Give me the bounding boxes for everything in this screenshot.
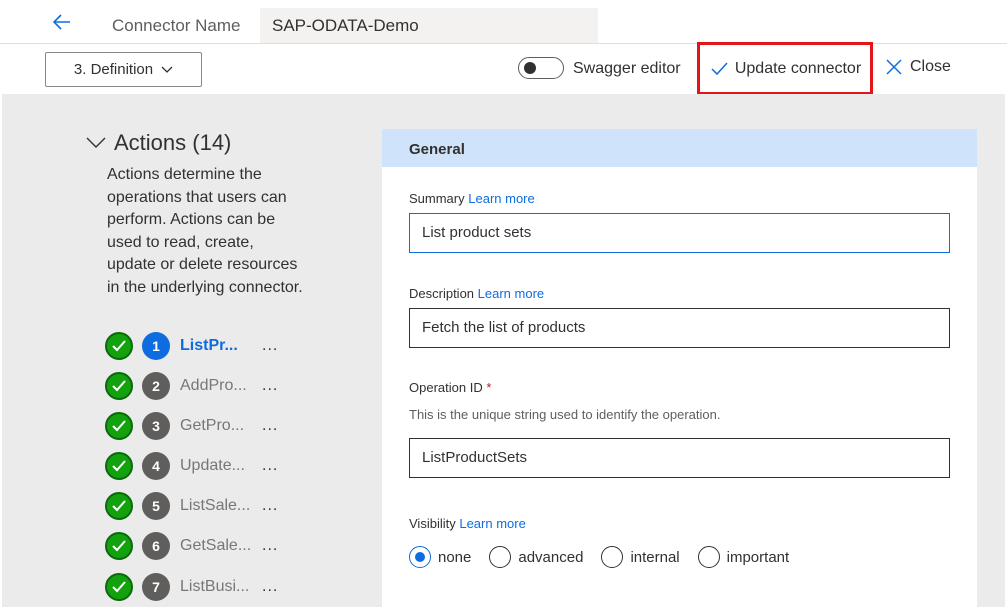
action-number: 6 (142, 532, 170, 560)
radio-label: important (726, 548, 790, 566)
swagger-editor-toggle[interactable] (518, 57, 564, 79)
step-dropdown[interactable]: 3. Definition (45, 52, 202, 87)
success-check-icon (105, 532, 133, 560)
operation-id-label-text: Operation ID (409, 380, 483, 395)
connector-name-label: Connector Name (112, 16, 241, 35)
success-check-icon (105, 372, 133, 400)
swagger-editor-label: Swagger editor (573, 60, 681, 77)
radio-circle (489, 546, 512, 568)
more-options-icon[interactable]: ... (262, 537, 278, 555)
more-options-icon[interactable]: ... (262, 337, 278, 355)
close-button[interactable]: Close (886, 58, 951, 76)
update-connector-button[interactable]: Update connector (697, 42, 873, 95)
more-options-icon[interactable]: ... (262, 578, 278, 596)
radio-circle (601, 546, 624, 568)
action-item[interactable]: 2 AddPro...... (105, 371, 295, 401)
description-label: Description Learn more (409, 286, 544, 301)
back-arrow-icon[interactable] (50, 10, 74, 34)
chevron-down-icon (86, 137, 106, 148)
actions-title: Actions (14) (114, 130, 232, 155)
visibility-option-internal[interactable]: internal (601, 546, 680, 568)
action-number: 2 (142, 372, 170, 400)
action-name: GetSale... (180, 537, 252, 554)
radio-circle (697, 546, 720, 568)
update-connector-label: Update connector (734, 59, 862, 77)
action-name: ListSale... (180, 497, 251, 514)
top-bar: Connector Name SAP-ODATA-Demo (0, 0, 1007, 44)
summary-learn-more-link[interactable]: Learn more (468, 191, 534, 206)
general-form: General Summary Learn more List product … (382, 129, 977, 607)
description-input[interactable]: Fetch the list of products (409, 308, 950, 348)
actions-description: Actions determine the operations that us… (107, 166, 303, 296)
action-name: ListPr... (180, 337, 238, 354)
description-learn-more-link[interactable]: Learn more (478, 286, 544, 301)
visibility-label: Visibility Learn more (409, 516, 526, 531)
action-item[interactable]: 7 ListBusi...... (105, 572, 295, 602)
action-name: GetPro... (180, 417, 245, 434)
summary-input[interactable]: List product sets (409, 213, 950, 253)
chevron-down-icon (161, 66, 173, 73)
success-check-icon (105, 412, 133, 440)
action-item[interactable]: 4 Update...... (105, 451, 295, 481)
success-check-icon (105, 332, 133, 360)
radio-label: none (438, 548, 472, 566)
action-name: ListBusi... (180, 578, 250, 595)
action-item[interactable]: 3 GetPro...... (105, 411, 295, 441)
success-check-icon (105, 573, 133, 601)
required-asterisk: * (486, 380, 492, 395)
actions-header[interactable]: Actions (14) (86, 130, 231, 156)
success-check-icon (105, 452, 133, 480)
summary-label: Summary Learn more (409, 191, 535, 206)
close-label: Close (910, 58, 951, 75)
close-icon (886, 59, 902, 75)
action-number: 1 (142, 332, 170, 360)
action-item[interactable]: 6 GetSale...... (105, 531, 295, 561)
more-options-icon[interactable]: ... (262, 417, 278, 435)
action-number: 3 (142, 412, 170, 440)
action-number: 7 (142, 573, 170, 601)
visibility-option-important[interactable]: important (697, 546, 790, 568)
operation-id-label: Operation ID * (409, 380, 491, 395)
operation-id-hint: This is the unique string used to identi… (409, 407, 721, 422)
visibility-radio-group: none advanced internal important (409, 546, 795, 568)
visibility-learn-more-link[interactable]: Learn more (459, 516, 525, 531)
action-number: 4 (142, 452, 170, 480)
summary-label-text: Summary (409, 191, 465, 206)
radio-label: advanced (518, 548, 584, 566)
step-dropdown-label: 3. Definition (73, 61, 154, 78)
operation-id-input[interactable]: ListProductSets (409, 438, 950, 478)
more-options-icon[interactable]: ... (262, 457, 278, 475)
description-label-text: Description (409, 286, 475, 301)
action-item[interactable]: 5 ListSale...... (105, 491, 295, 521)
radio-circle (409, 546, 431, 568)
toggle-knob (524, 62, 536, 74)
more-options-icon[interactable]: ... (262, 497, 278, 515)
action-name: Update... (180, 457, 245, 474)
success-check-icon (105, 492, 133, 520)
visibility-label-text: Visibility (409, 516, 456, 531)
action-item[interactable]: 1 ListPr...... (105, 331, 295, 361)
command-bar: 3. Definition Swagger editor Update conn… (0, 42, 1007, 95)
checkmark-icon (711, 61, 728, 75)
visibility-option-none[interactable]: none (409, 546, 471, 568)
action-name: AddPro... (180, 377, 247, 394)
general-section-header: General (382, 129, 977, 167)
action-number: 5 (142, 492, 170, 520)
radio-label: internal (630, 548, 680, 566)
connector-name-input[interactable]: SAP-ODATA-Demo (260, 8, 598, 43)
visibility-option-advanced[interactable]: advanced (489, 546, 583, 568)
more-options-icon[interactable]: ... (262, 377, 278, 395)
